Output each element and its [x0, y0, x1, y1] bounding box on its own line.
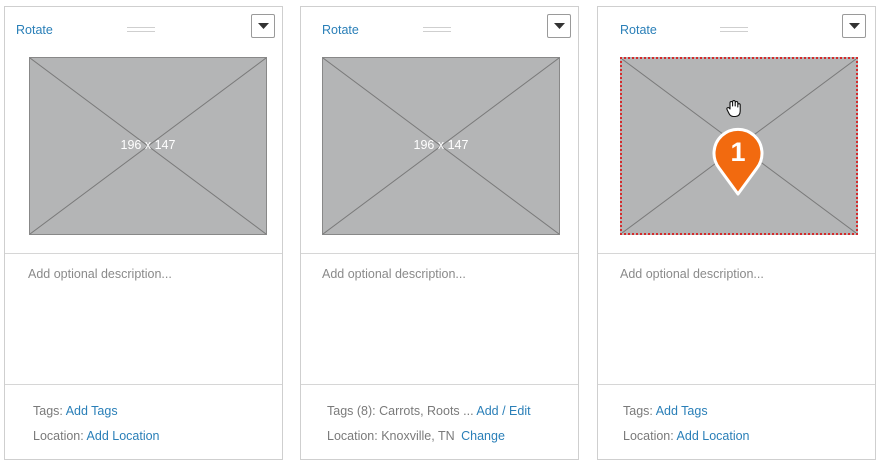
add-location-link[interactable]: Add Location [677, 429, 750, 443]
description-input[interactable]: Add optional description... [620, 267, 764, 281]
card-menu-button[interactable] [547, 14, 571, 38]
card-menu-button[interactable] [842, 14, 866, 38]
photo-card-3: Rotate 1 Add optional description... Tag… [597, 6, 876, 460]
change-location-link[interactable]: Change [461, 429, 505, 443]
chevron-down-icon [849, 23, 860, 29]
image-placeholder-selected[interactable]: 1 [620, 57, 858, 235]
rotate-link[interactable]: Rotate [16, 23, 53, 37]
image-placeholder[interactable]: 196 x 147 [322, 57, 560, 235]
add-tags-link[interactable]: Add Tags [656, 404, 708, 418]
divider [598, 384, 875, 385]
chevron-down-icon [554, 23, 565, 29]
photo-card-1: Rotate 196 x 147 Add optional descriptio… [4, 6, 283, 460]
card-menu-button[interactable] [251, 14, 275, 38]
drag-handle-icon[interactable] [720, 27, 748, 36]
location-label: Location: [623, 429, 674, 443]
tags-row: Tags (8): Carrots, Roots ... Add / Edit [327, 404, 531, 418]
tags-label: Tags: [33, 404, 63, 418]
divider [598, 253, 875, 254]
hand-grab-icon [726, 99, 741, 118]
tags-row: Tags: Add Tags [33, 404, 118, 418]
location-row: Location: Add Location [33, 429, 160, 443]
marker-number: 1 [730, 137, 745, 167]
location-label: Location: Knoxville, TN [327, 429, 455, 443]
tags-label: Tags: [623, 404, 653, 418]
map-pin-marker-icon: 1 [712, 127, 764, 196]
divider [301, 384, 578, 385]
drag-handle-icon[interactable] [127, 27, 155, 36]
drag-handle-icon[interactable] [423, 27, 451, 36]
divider [5, 384, 282, 385]
placeholder-dimensions: 196 x 147 [413, 138, 469, 152]
placeholder-dimensions: 196 x 147 [120, 138, 176, 152]
edit-tags-link[interactable]: Add / Edit [476, 404, 530, 418]
rotate-link[interactable]: Rotate [620, 23, 657, 37]
location-row: Location: Add Location [623, 429, 750, 443]
image-placeholder[interactable]: 196 x 147 [29, 57, 267, 235]
description-input[interactable]: Add optional description... [322, 267, 466, 281]
add-location-link[interactable]: Add Location [87, 429, 160, 443]
rotate-link[interactable]: Rotate [322, 23, 359, 37]
photo-card-2: Rotate 196 x 147 Add optional descriptio… [300, 6, 579, 460]
tags-row: Tags: Add Tags [623, 404, 708, 418]
divider [5, 253, 282, 254]
location-row: Location: Knoxville, TN Change [327, 429, 505, 443]
location-label: Location: [33, 429, 84, 443]
description-input[interactable]: Add optional description... [28, 267, 172, 281]
chevron-down-icon [258, 23, 269, 29]
add-tags-link[interactable]: Add Tags [66, 404, 118, 418]
tags-label: Tags (8): Carrots, Roots ... [327, 404, 474, 418]
divider [301, 253, 578, 254]
